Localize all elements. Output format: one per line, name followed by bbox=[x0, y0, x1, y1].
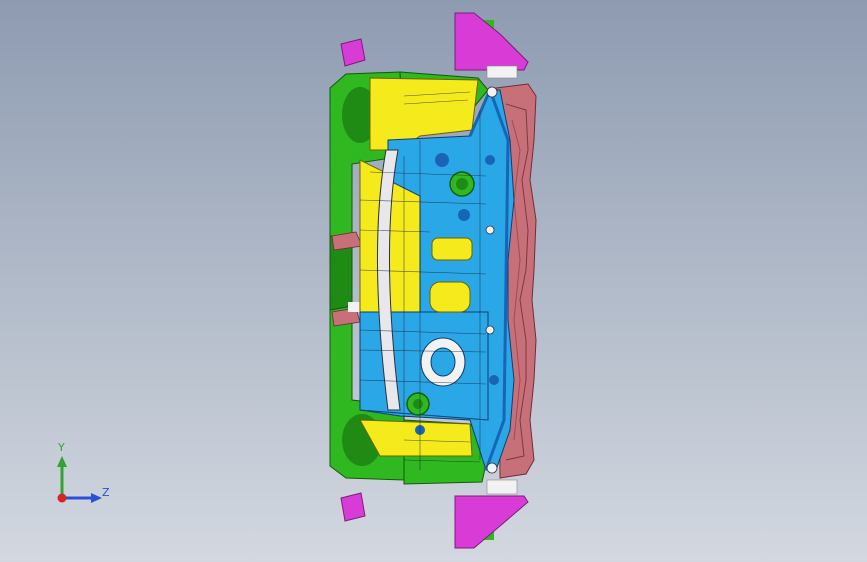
green-gear-lower[interactable] bbox=[406, 392, 430, 416]
magenta-bracket-bottom[interactable] bbox=[454, 479, 529, 549]
y-axis-arrowhead bbox=[57, 456, 67, 467]
magenta-block-top-left[interactable] bbox=[340, 38, 366, 67]
mold-assembly-3d-model[interactable] bbox=[0, 0, 867, 562]
magenta-block-bottom-left[interactable] bbox=[340, 492, 366, 522]
magenta-bracket-top[interactable] bbox=[454, 12, 529, 79]
y-axis-label: Y bbox=[58, 441, 65, 454]
z-axis-arrowhead bbox=[91, 493, 102, 503]
x-axis-dot bbox=[57, 493, 67, 503]
z-axis-label: Z bbox=[102, 486, 110, 499]
cad-viewport[interactable]: Y Z bbox=[0, 0, 867, 562]
